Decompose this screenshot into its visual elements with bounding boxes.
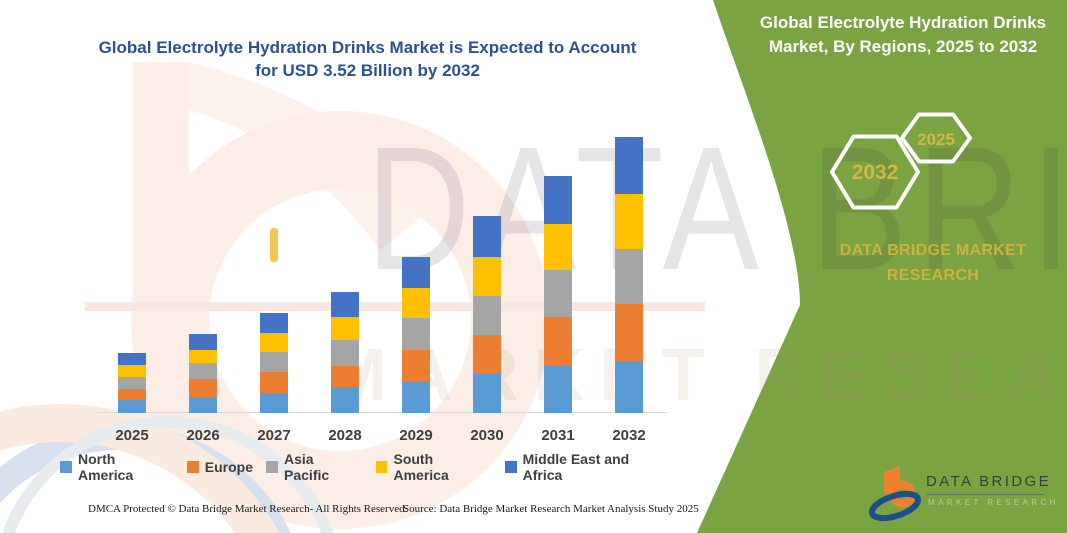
legend-item: North America bbox=[60, 451, 174, 483]
bar-segment-south-america bbox=[473, 257, 501, 296]
infographic-canvas: DATA BRIDGE MARKET RESEARCH Global Elect… bbox=[0, 0, 1067, 533]
data-bridge-b-swoosh-icon bbox=[868, 466, 922, 522]
bar-segment-middle-east-and-africa bbox=[473, 215, 501, 258]
dmca-footer-note: DMCA Protected © Data Bridge Market Rese… bbox=[88, 503, 408, 515]
legend-swatch bbox=[375, 461, 388, 473]
bar-segment-north-america bbox=[118, 400, 146, 413]
legend-label: Asia Pacific bbox=[284, 451, 330, 483]
legend-swatch bbox=[504, 461, 517, 473]
bar-segment-asia-pacific bbox=[615, 248, 643, 305]
x-axis-label: 2031 bbox=[541, 427, 575, 444]
legend-label: Europe bbox=[204, 459, 254, 475]
legend-item: Middle East and Africa bbox=[504, 451, 672, 483]
legend-item: South America bbox=[375, 451, 492, 483]
bar-segment-north-america bbox=[544, 366, 572, 413]
x-axis-label: 2028 bbox=[328, 427, 362, 444]
bar-segment-north-america bbox=[473, 373, 501, 413]
bar-segment-asia-pacific bbox=[118, 376, 146, 389]
bar-segment-middle-east-and-africa bbox=[402, 257, 430, 288]
panel-heading: Global Electrolyte Hydration Drinks Mark… bbox=[759, 13, 1047, 56]
legend-swatch bbox=[186, 461, 199, 473]
bar-segment-south-america bbox=[118, 365, 146, 377]
bar-segment-south-america bbox=[189, 350, 217, 363]
bar-segment-north-america bbox=[189, 397, 217, 413]
x-axis-label: 2025 bbox=[115, 427, 149, 444]
bar-segment-asia-pacific bbox=[402, 318, 430, 350]
bar-segment-north-america bbox=[260, 392, 288, 413]
bar-segment-asia-pacific bbox=[544, 270, 572, 318]
bar-segment-asia-pacific bbox=[331, 340, 359, 366]
bar-segment-europe bbox=[189, 379, 217, 398]
bar-segment-asia-pacific bbox=[260, 351, 288, 373]
brand-wordmark: DATA BRIDGE MARKET RESEARCH bbox=[839, 242, 1027, 284]
source-footer-note: Source: Data Bridge Market Research Mark… bbox=[403, 503, 699, 515]
bar-segment-europe bbox=[473, 334, 501, 374]
bar-segment-asia-pacific bbox=[473, 295, 501, 335]
bar-segment-asia-pacific bbox=[189, 362, 217, 380]
legend-item: Asia Pacific bbox=[266, 451, 362, 483]
legend-label: Middle East and Africa bbox=[522, 451, 630, 483]
bar-segment-south-america bbox=[615, 193, 643, 249]
legend-swatch bbox=[60, 461, 72, 473]
legend-label: South America bbox=[393, 451, 449, 483]
bar-segment-europe bbox=[402, 349, 430, 383]
bar-segment-middle-east-and-africa bbox=[260, 312, 288, 334]
logo-underline bbox=[926, 494, 1044, 495]
bar-segment-europe bbox=[260, 372, 288, 393]
bar-segment-middle-east-and-africa bbox=[544, 175, 572, 224]
x-axis-label: 2026 bbox=[186, 427, 220, 444]
x-axis-label: 2030 bbox=[470, 427, 504, 444]
legend-label: North America bbox=[77, 451, 134, 483]
x-axis-label: 2032 bbox=[612, 427, 646, 444]
bar-segment-south-america bbox=[402, 287, 430, 319]
bar-segment-south-america bbox=[331, 317, 359, 341]
bar-segment-north-america bbox=[402, 382, 430, 413]
logo-subtext: MARKET RESEARCH bbox=[928, 498, 1059, 507]
chart-legend: North America Europe Asia Pacific South Ame… bbox=[60, 451, 672, 483]
bar-segment-europe bbox=[118, 388, 146, 401]
data-bridge-logo: DATA BRIDGE MARKET RESEARCH bbox=[868, 462, 1058, 524]
bar-segment-europe bbox=[331, 366, 359, 388]
legend-item: Europe bbox=[186, 459, 254, 475]
bar-segment-middle-east-and-africa bbox=[331, 292, 359, 318]
legend-swatch bbox=[266, 461, 279, 473]
bar-segment-europe bbox=[544, 317, 572, 366]
x-axis-label: 2029 bbox=[399, 427, 433, 444]
bar-segment-south-america bbox=[544, 223, 572, 271]
bar-segment-middle-east-and-africa bbox=[189, 333, 217, 351]
bar-segment-middle-east-and-africa bbox=[615, 137, 643, 194]
bar-segment-north-america bbox=[331, 387, 359, 413]
bar-segment-north-america bbox=[615, 360, 643, 413]
bar-segment-middle-east-and-africa bbox=[118, 352, 146, 366]
logo-name-text: DATA BRIDGE bbox=[926, 473, 1052, 490]
bar-segment-south-america bbox=[260, 333, 288, 352]
x-axis-label: 2027 bbox=[257, 427, 291, 444]
bar-segment-europe bbox=[615, 304, 643, 361]
